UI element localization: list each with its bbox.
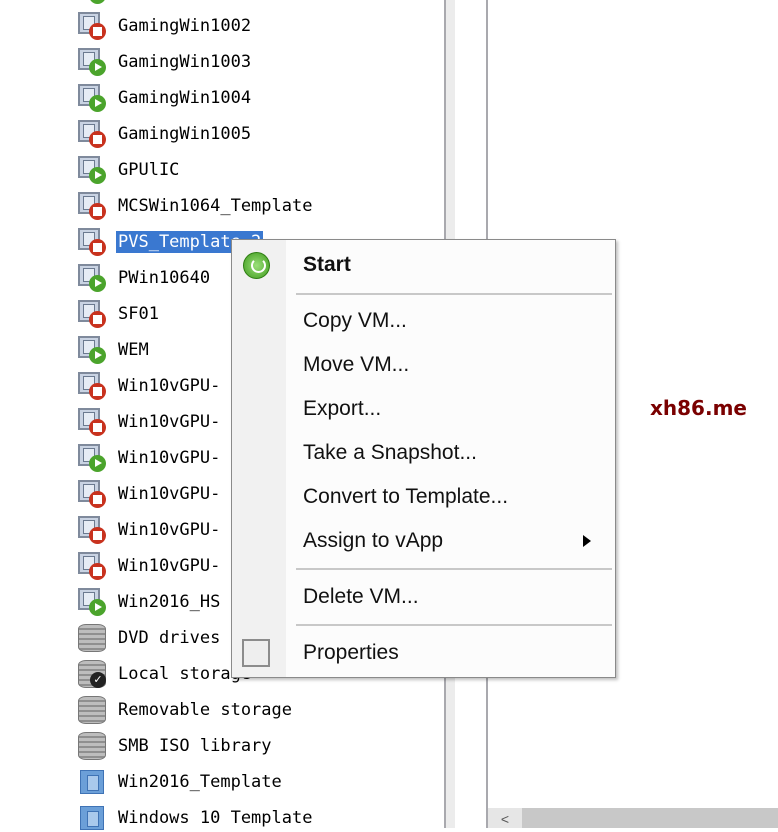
- vm-stopped-icon: [76, 408, 106, 436]
- tree-item-label: Win2016_HS: [118, 592, 221, 612]
- menu-item-export[interactable]: Export...: [232, 389, 615, 429]
- vm-running-icon: [76, 84, 106, 112]
- tree-item[interactable]: Win10vGPU-: [76, 480, 222, 508]
- menu-separator: [296, 568, 612, 570]
- properties-icon: [242, 639, 270, 667]
- tree-item-label: Win10vGPU-: [118, 520, 221, 540]
- vm-stopped-icon: [76, 480, 106, 508]
- template-icon: [76, 768, 106, 796]
- menu-item-move-vm[interactable]: Move VM...: [232, 345, 615, 385]
- vm-stopped-icon: [76, 552, 106, 580]
- menu-item-take-snapshot[interactable]: Take a Snapshot...: [232, 433, 615, 473]
- menu-item-copy-vm[interactable]: Copy VM...: [232, 301, 615, 341]
- menu-item-assign-to-vapp[interactable]: Assign to vApp: [232, 521, 615, 561]
- tree-item[interactable]: Win2016_HS: [76, 588, 222, 616]
- tree-item-label: DVD drives: [118, 628, 221, 648]
- tree-item[interactable]: Win10vGPU-: [76, 516, 222, 544]
- tree-item-label: PWin10640: [118, 268, 211, 288]
- menu-item-start[interactable]: Start: [232, 245, 615, 285]
- vm-running-icon: [76, 0, 106, 4]
- tree-item-label: GamingWin1004: [118, 88, 252, 108]
- tree-item-label: GPUlIC: [118, 160, 180, 180]
- vm-running-icon: [76, 444, 106, 472]
- submenu-arrow-icon: [583, 535, 591, 547]
- menu-item-properties[interactable]: Properties: [232, 633, 615, 673]
- tree-item-label: Win10vGPU-: [118, 376, 221, 396]
- tree-item[interactable]: Removable storage: [76, 696, 294, 724]
- tree-item[interactable]: Windows 10 Template: [76, 806, 314, 830]
- tree-item-label: Win10vGPU-: [118, 556, 221, 576]
- tree-item[interactable]: ✓ Local storage: [76, 660, 253, 688]
- menu-separator: [296, 293, 612, 295]
- tree-item[interactable]: GamingWin1005: [76, 120, 253, 148]
- storage-icon: [76, 624, 106, 652]
- vm-stopped-icon: [76, 228, 106, 256]
- tree-item-label: GamingWin1003: [118, 52, 252, 72]
- tree-item-label: SF01: [118, 304, 159, 324]
- vm-stopped-icon: [76, 192, 106, 220]
- tree-item[interactable]: SMB ISO library: [76, 732, 274, 760]
- watermark: xh86.me: [650, 396, 747, 420]
- tree-item-label: Win10vGPU-: [118, 484, 221, 504]
- vm-running-icon: [76, 588, 106, 616]
- storage-icon: [76, 696, 106, 724]
- tree-item-label: GamingWin1002: [118, 16, 252, 36]
- vm-stopped-icon: [76, 372, 106, 400]
- tree-item-label: MCSWin1064_Template: [118, 196, 313, 216]
- tree-item-label: Windows 10 Template: [118, 808, 313, 828]
- tree-item[interactable]: [76, 0, 120, 4]
- tree-item[interactable]: Win2016_Template: [76, 770, 284, 794]
- vm-running-icon: [76, 48, 106, 76]
- tree-item[interactable]: MCSWin1064_Template: [76, 192, 314, 220]
- vm-stopped-icon: [76, 516, 106, 544]
- power-on-icon: [243, 251, 270, 279]
- tree-item[interactable]: Win10vGPU-: [76, 408, 222, 436]
- tree-item[interactable]: GamingWin1004: [76, 84, 253, 112]
- tree-item[interactable]: WEM: [76, 336, 151, 364]
- tree-item-label: SMB ISO library: [118, 736, 272, 756]
- tree-item-label: Win10vGPU-: [118, 448, 221, 468]
- tree-item-label: WEM: [118, 340, 149, 360]
- vm-running-icon: [76, 156, 106, 184]
- context-menu: Start Copy VM... Move VM... Export... Ta…: [231, 239, 616, 678]
- vm-running-icon: [76, 336, 106, 364]
- vm-stopped-icon: [76, 300, 106, 328]
- menu-separator: [296, 624, 612, 626]
- tree-item[interactable]: Win10vGPU-: [76, 372, 222, 400]
- horizontal-scrollbar[interactable]: <: [488, 808, 778, 828]
- tree-item-label: Removable storage: [118, 700, 292, 720]
- tree-item-label: Win10vGPU-: [118, 412, 221, 432]
- vm-running-icon: [76, 264, 106, 292]
- tree-item[interactable]: GPUlIC: [76, 156, 181, 184]
- tree-item[interactable]: GamingWin1002: [76, 12, 253, 40]
- vm-stopped-icon: [76, 120, 106, 148]
- vm-stopped-icon: [76, 12, 106, 40]
- tree-item-label: GamingWin1005: [118, 124, 252, 144]
- tree-item[interactable]: GamingWin1003: [76, 48, 253, 76]
- tree-item[interactable]: DVD drives: [76, 624, 222, 652]
- menu-item-delete-vm[interactable]: Delete VM...: [232, 577, 615, 617]
- scroll-left-button[interactable]: <: [488, 808, 522, 828]
- menu-item-convert-to-template[interactable]: Convert to Template...: [232, 477, 615, 517]
- tree-item[interactable]: PWin10640: [76, 264, 212, 292]
- storage-icon: [76, 732, 106, 760]
- tree-item-label: Win2016_Template: [118, 772, 282, 792]
- tree-item[interactable]: Win10vGPU-: [76, 444, 222, 472]
- default-storage-icon: ✓: [76, 660, 106, 688]
- tree-item[interactable]: Win10vGPU-: [76, 552, 222, 580]
- tree-item[interactable]: SF01: [76, 300, 161, 328]
